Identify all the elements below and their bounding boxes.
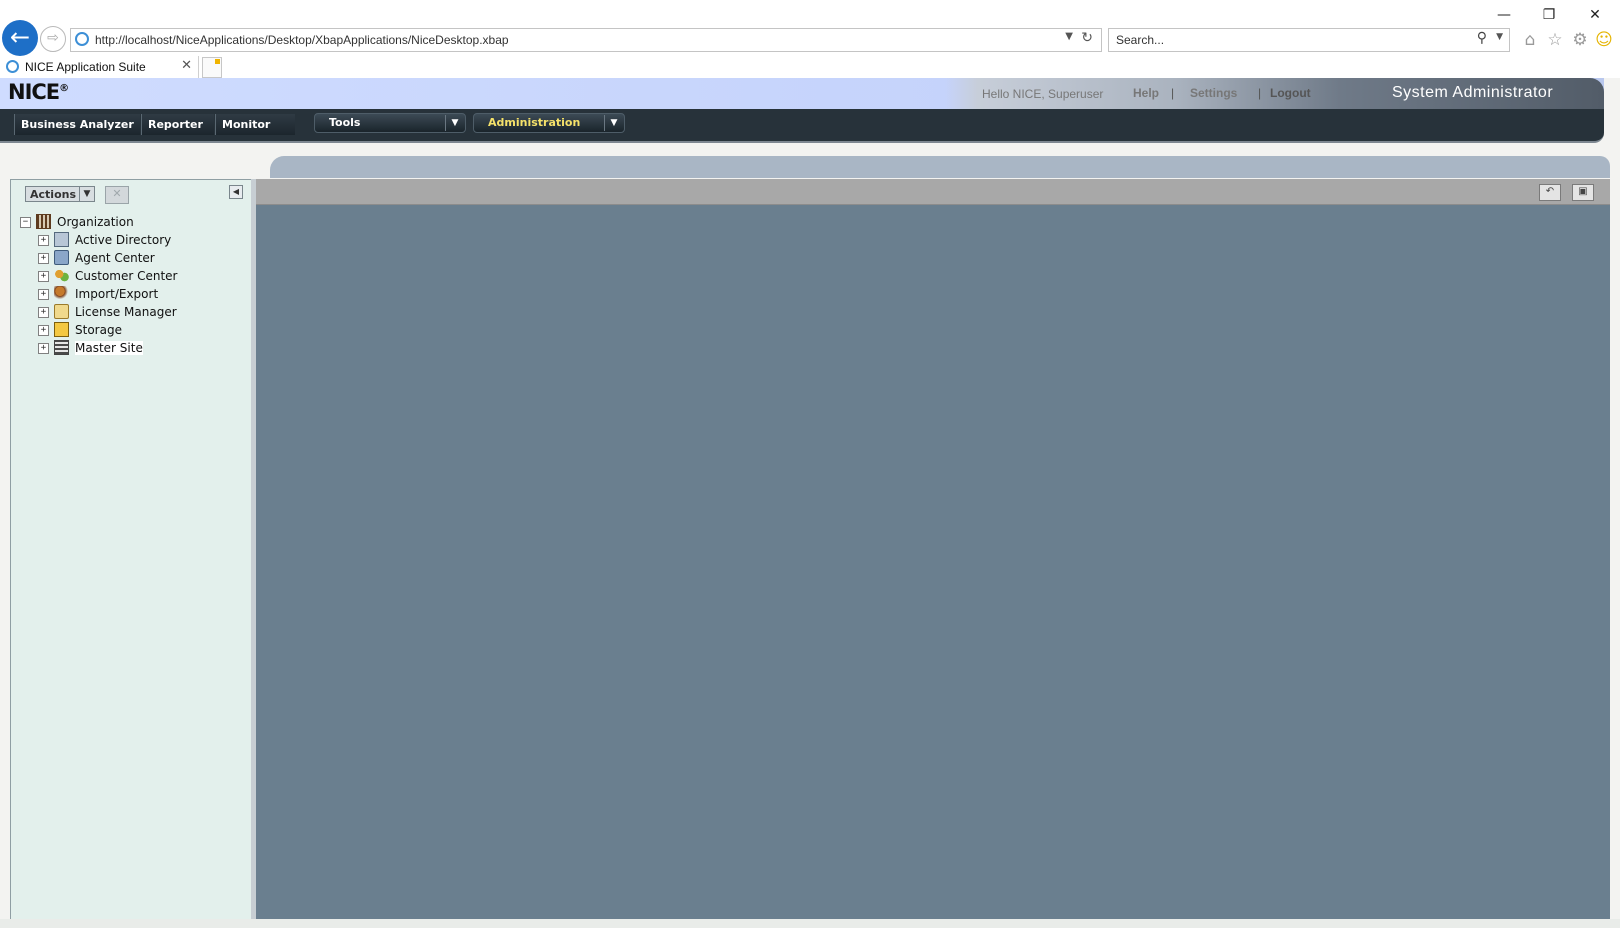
- master-site-icon: [54, 340, 69, 355]
- content-toolbar: [256, 179, 1610, 205]
- nice-logo: NICE®: [8, 80, 69, 104]
- tools-label: Tools: [329, 116, 361, 129]
- expand-node-icon[interactable]: +: [38, 307, 49, 318]
- dropdown-arrow-icon[interactable]: ▼: [1065, 31, 1073, 42]
- tree-node-label: Storage: [75, 323, 122, 337]
- search-input[interactable]: Search... ⚲ ▼: [1108, 28, 1510, 52]
- greeting-text: Hello NICE, Superuser: [982, 87, 1104, 101]
- forward-arrow-icon[interactable]: ⇨: [40, 26, 66, 52]
- tree-node-label: Active Directory: [75, 233, 172, 247]
- actions-chevron-down-icon[interactable]: ▼: [79, 187, 94, 201]
- delete-icon: ✕: [112, 187, 122, 200]
- close-icon[interactable]: ✕: [1577, 4, 1613, 26]
- organization-icon: [36, 214, 51, 229]
- agent-center-icon: [54, 250, 69, 265]
- expand-node-icon[interactable]: +: [38, 235, 49, 246]
- tree-node-master-site[interactable]: + Master Site: [38, 339, 228, 357]
- administration-dropdown[interactable]: Administration ▼: [473, 113, 625, 133]
- address-bar[interactable]: http://localhost/NiceApplications/Deskto…: [70, 28, 1102, 52]
- tree-node-label: Import/Export: [75, 287, 159, 301]
- expand-node-icon[interactable]: +: [38, 253, 49, 264]
- tree-node-label: Master Site: [75, 341, 143, 355]
- tree-node-label: Customer Center: [75, 269, 178, 283]
- tree-node-agent-center[interactable]: + Agent Center: [38, 249, 228, 267]
- expand-node-icon[interactable]: +: [38, 271, 49, 282]
- search-placeholder: Search...: [1116, 33, 1165, 47]
- license-manager-icon: [54, 304, 69, 319]
- tab-business-analyzer[interactable]: Business Analyzer: [14, 114, 140, 135]
- tree-node-storage[interactable]: + Storage: [38, 321, 228, 339]
- collapse-node-icon[interactable]: −: [20, 217, 31, 228]
- address-url[interactable]: http://localhost/NiceApplications/Deskto…: [95, 33, 509, 47]
- ie-icon: [75, 32, 89, 46]
- administration-label: Administration: [488, 116, 581, 129]
- tools-dropdown[interactable]: Tools ▼: [314, 113, 466, 133]
- tab-close-icon[interactable]: ✕: [181, 58, 192, 73]
- expand-node-icon[interactable]: +: [38, 289, 49, 300]
- active-directory-icon: [54, 232, 69, 247]
- tree-node-customer-center[interactable]: + Customer Center: [38, 267, 228, 285]
- refresh-icon[interactable]: ↻: [1081, 30, 1093, 46]
- tab-monitor[interactable]: Monitor: [215, 114, 295, 135]
- administration-chevron-down-icon[interactable]: ▼: [604, 115, 623, 131]
- home-icon[interactable]: ⌂: [1519, 29, 1541, 51]
- window-bottom-edge: [0, 919, 1620, 928]
- collapse-panel-icon[interactable]: ◀: [229, 185, 243, 199]
- separator: |: [1258, 86, 1262, 100]
- settings-link[interactable]: Settings: [1190, 86, 1237, 100]
- actions-label: Actions: [30, 188, 76, 201]
- tree-node-organization[interactable]: − Organization: [20, 213, 220, 231]
- delete-button[interactable]: ✕: [105, 186, 129, 204]
- star-icon[interactable]: ☆: [1544, 29, 1566, 51]
- tree-node-label: Agent Center: [75, 251, 155, 265]
- expand-node-icon[interactable]: +: [38, 343, 49, 354]
- tab-reporter[interactable]: Reporter: [141, 114, 214, 135]
- smiley-icon[interactable]: ☺: [1593, 29, 1615, 51]
- tools-chevron-down-icon[interactable]: ▼: [445, 115, 464, 131]
- help-link[interactable]: Help: [1133, 86, 1159, 100]
- content-area: [256, 179, 1610, 919]
- tree-node-license-manager[interactable]: + License Manager: [38, 303, 228, 321]
- tree-node-import-export[interactable]: + Import/Export: [38, 285, 228, 303]
- tree-node-active-directory[interactable]: + Active Directory: [38, 231, 228, 249]
- restore-icon[interactable]: ❐: [1531, 4, 1567, 26]
- save-icon[interactable]: ▣: [1572, 184, 1594, 201]
- search-dropdown-icon[interactable]: ▼: [1496, 32, 1503, 42]
- actions-dropdown[interactable]: Actions ▼: [25, 186, 95, 202]
- import-export-icon: [54, 286, 69, 301]
- tree-node-label: License Manager: [75, 305, 177, 319]
- back-arrow-icon[interactable]: ←: [2, 20, 38, 56]
- separator: |: [1171, 86, 1175, 100]
- customer-center-icon: [54, 268, 69, 283]
- role-title: System Administrator: [1392, 84, 1554, 101]
- tree-node-label: Organization: [57, 215, 134, 229]
- new-tab-icon[interactable]: [202, 57, 222, 78]
- browser-tab[interactable]: NICE Application Suite ✕: [0, 56, 199, 78]
- minimize-icon[interactable]: —: [1486, 4, 1522, 26]
- logout-link[interactable]: Logout: [1270, 86, 1311, 100]
- storage-icon: [54, 322, 69, 337]
- content-tab-strip: [270, 156, 1610, 178]
- tab-title: NICE Application Suite: [25, 60, 146, 74]
- gear-icon[interactable]: ⚙: [1569, 29, 1591, 51]
- undo-icon[interactable]: ↶: [1539, 184, 1561, 201]
- tab-ie-icon: [6, 60, 19, 73]
- search-icon[interactable]: ⚲: [1477, 30, 1487, 46]
- expand-node-icon[interactable]: +: [38, 325, 49, 336]
